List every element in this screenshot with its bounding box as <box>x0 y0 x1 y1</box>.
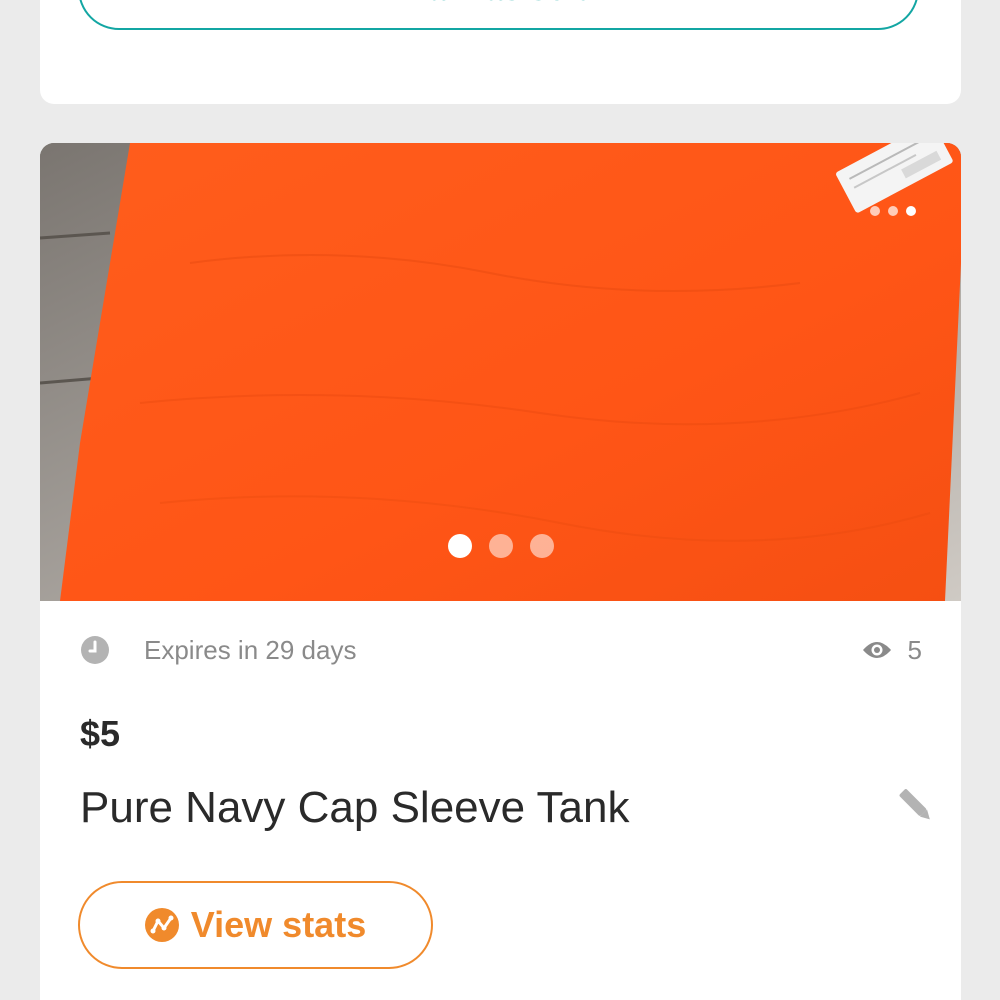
listing-photo-carousel[interactable] <box>40 143 961 601</box>
listing-price: $5 <box>80 713 121 754</box>
stats-chart-icon <box>144 908 179 942</box>
carousel-dot-2[interactable] <box>488 534 513 558</box>
view-stats-label: View stats <box>190 904 367 945</box>
views-count: 5 <box>907 634 922 665</box>
page: Mark as sold <box>0 0 1000 1000</box>
carousel-dot-3[interactable] <box>529 534 554 558</box>
mark-as-sold-button[interactable]: Mark as sold <box>78 0 919 30</box>
listing-photo <box>40 143 961 601</box>
clock-icon <box>81 636 109 664</box>
actions-card: Mark as sold <box>40 0 961 104</box>
carousel-dots <box>40 534 961 558</box>
eye-icon <box>862 642 891 658</box>
expiry-info: Expires in 29 days <box>80 635 356 666</box>
carousel-dot-1[interactable] <box>447 534 472 558</box>
mark-as-sold-label: Mark as sold <box>402 0 596 8</box>
view-stats-button[interactable]: View stats <box>78 881 433 969</box>
expires-text: Expires in 29 days <box>144 634 357 665</box>
listing-title: Pure Navy Cap Sleeve Tank <box>80 783 630 832</box>
listing-card: Expires in 29 days 5 $5 Pure Navy Cap Sl… <box>40 143 961 1000</box>
pencil-icon[interactable] <box>892 783 938 829</box>
views-info: 5 <box>862 635 922 666</box>
listing-meta-row: Expires in 29 days 5 <box>80 635 922 665</box>
